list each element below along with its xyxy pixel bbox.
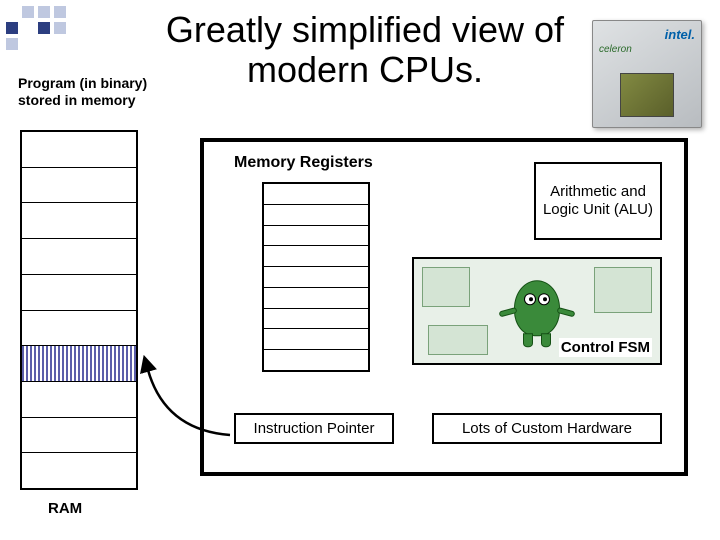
control-fsm-label: Control FSM — [559, 338, 652, 357]
ram-row — [22, 382, 136, 418]
register-row — [264, 309, 368, 330]
register-row — [264, 184, 368, 205]
register-row — [264, 288, 368, 309]
ram-row — [22, 275, 136, 311]
ram-row-active — [22, 346, 136, 382]
ram-row — [22, 239, 136, 275]
ram-table — [20, 130, 138, 490]
chip-product: celeron — [599, 44, 695, 55]
ram-row — [22, 453, 136, 488]
slide-title: Greatly simplified view of modern CPUs. — [150, 10, 580, 89]
program-label-line1: Program (in binary) — [18, 75, 147, 91]
register-row — [264, 226, 368, 247]
creature-icon — [514, 280, 560, 336]
instruction-pointer-box: Instruction Pointer — [234, 413, 394, 444]
ram-row — [22, 203, 136, 239]
alu-box: Arithmetic and Logic Unit (ALU) — [534, 162, 662, 240]
ram-row — [22, 168, 136, 204]
chip-brand: intel. — [599, 27, 695, 42]
register-row — [264, 205, 368, 226]
cpu-box: Memory Registers Arithmetic and Logic Un… — [200, 138, 688, 476]
slide-deco — [6, 6, 66, 50]
ram-row — [22, 418, 136, 454]
register-table — [262, 182, 370, 372]
program-label: Program (in binary) stored in memory — [18, 75, 147, 109]
memory-registers-label: Memory Registers — [234, 154, 373, 172]
control-fsm-box: Control FSM — [412, 257, 662, 365]
chip-die — [620, 73, 674, 117]
register-row — [264, 246, 368, 267]
custom-hardware-box: Lots of Custom Hardware — [432, 413, 662, 444]
register-row — [264, 329, 368, 350]
ram-caption: RAM — [48, 500, 82, 517]
ram-row — [22, 132, 136, 168]
ram-row — [22, 311, 136, 347]
program-label-line2: stored in memory — [18, 92, 135, 108]
register-row — [264, 350, 368, 370]
register-row — [264, 267, 368, 288]
cpu-chip-image: intel. celeron — [592, 20, 702, 128]
